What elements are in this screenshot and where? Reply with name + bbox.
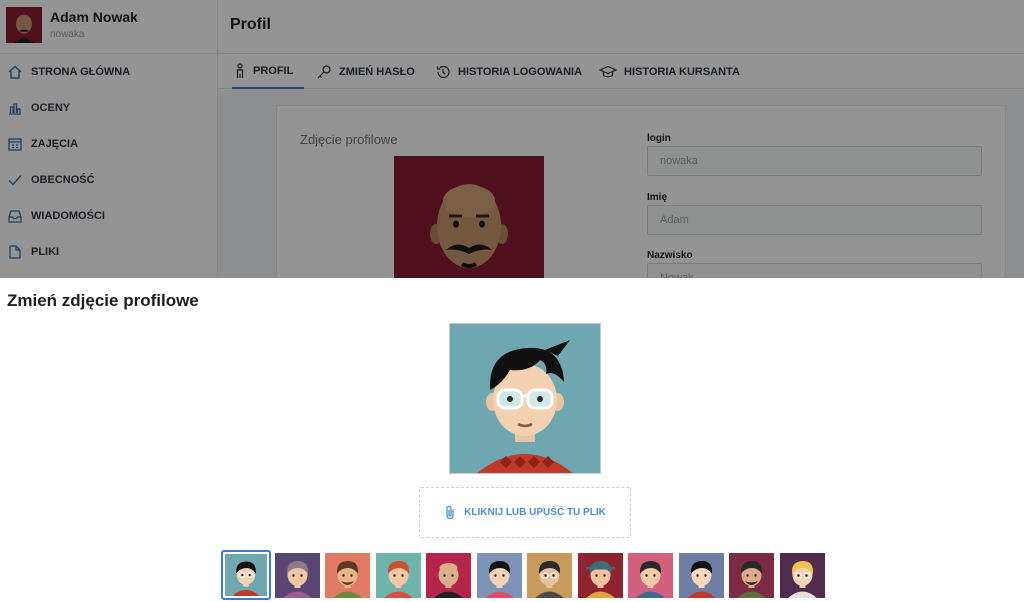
avatar-option[interactable] [527, 553, 572, 598]
avatar-thumbnail-icon [729, 553, 774, 598]
avatar-thumbnail-icon [376, 553, 421, 598]
avatar-option[interactable] [275, 553, 320, 598]
avatar-option[interactable] [780, 553, 825, 598]
avatar-option[interactable] [578, 553, 623, 598]
avatar-thumbnail-icon [628, 553, 673, 598]
upload-dropzone[interactable]: KLIKNIJ LUB UPUŚĆ TU PLIK [419, 487, 631, 538]
avatar-option[interactable] [679, 553, 724, 598]
avatar-thumbnail-icon [426, 553, 471, 598]
avatar-thumbnail-icon [679, 553, 724, 598]
avatar-thumbnail-icon [275, 553, 320, 598]
change-photo-modal: Zmień zdjęcie profilowe KLIKNIJ LUB UPUŚ… [0, 278, 1024, 602]
avatar-thumbnail-icon [477, 553, 522, 598]
avatar-option[interactable] [325, 553, 370, 598]
avatar-option[interactable] [221, 550, 271, 600]
avatar-option[interactable] [426, 553, 471, 598]
avatar-option[interactable] [628, 553, 673, 598]
avatar-option[interactable] [729, 553, 774, 598]
avatar-thumbnail-icon [527, 553, 572, 598]
avatar-thumbnail-icon [578, 553, 623, 598]
modal-backdrop[interactable] [0, 0, 1024, 278]
avatar-thumbnail-icon [780, 553, 825, 598]
avatar-thumbnail-icon [225, 554, 267, 596]
paperclip-icon [444, 505, 456, 520]
avatar-option[interactable] [376, 553, 421, 598]
avatar-preview [449, 323, 601, 474]
avatar-thumbnail-icon [325, 553, 370, 598]
upload-label: KLIKNIJ LUB UPUŚĆ TU PLIK [464, 507, 606, 518]
avatar-option[interactable] [477, 553, 522, 598]
modal-title: Zmień zdjęcie profilowe [7, 291, 199, 310]
